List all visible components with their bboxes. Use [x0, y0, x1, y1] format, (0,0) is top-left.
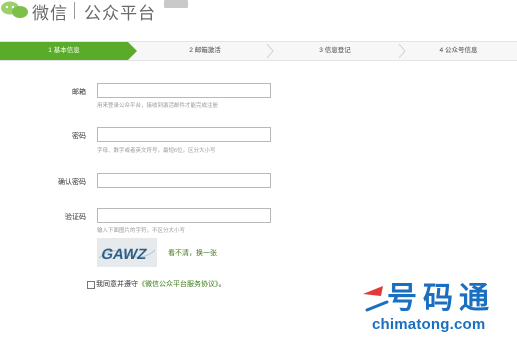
refresh-captcha-link[interactable]: 看不清，换一张 [168, 248, 217, 258]
password-hint: 字母、数字或者英文符号，最短6位，区分大小写 [97, 148, 216, 154]
confirm-password-label: 确认密码 [58, 179, 86, 186]
step-active-arrow [128, 42, 137, 60]
captcha-field[interactable] [97, 208, 271, 223]
captcha-text: GAWZ [100, 246, 149, 263]
agree-checkbox[interactable] [87, 281, 95, 289]
watermark-brand: 号码通 [387, 281, 495, 316]
logo-text: 微信 [32, 4, 68, 23]
step-account-info: 4 公众号信息 [439, 47, 478, 54]
agreement-text: 我同意并遵守《微信公众平台服务协议》。 [96, 279, 226, 289]
agreement-suffix: 。 [218, 281, 226, 288]
registration-steps: 1 基本信息 2 邮箱激活 3 信息登记 4 公众号信息 [0, 41, 517, 61]
captcha-hint: 输入下面图片的字符，不区分大小写 [97, 228, 186, 234]
step-basic-info: 1 基本信息 [0, 42, 128, 60]
password-label: 密码 [72, 133, 86, 140]
service-agreement-link[interactable]: 《微信公众平台服务协议》 [138, 281, 219, 288]
email-label: 邮箱 [72, 89, 86, 96]
step-email-activation: 2 邮箱激活 [189, 47, 221, 54]
step-info-registration: 3 信息登记 [319, 47, 351, 54]
captcha-label: 验证码 [65, 214, 86, 221]
logo-subtitle: 公众平台 [84, 4, 156, 23]
email-hint: 用来登录公众平台，接收到激活邮件才能完成注册 [97, 103, 219, 109]
confirm-password-field[interactable] [97, 173, 271, 188]
email-field[interactable] [97, 83, 271, 98]
header: 微信 公众平台 [0, 0, 517, 30]
agreement-prefix: 我同意并遵守 [96, 281, 138, 288]
watermark-url: chimatong.com [372, 316, 486, 333]
wechat-logo-icon [1, 1, 28, 18]
beta-badge [164, 0, 188, 8]
captcha-image[interactable]: GAWZ [97, 238, 157, 267]
password-field[interactable] [97, 127, 271, 142]
logo-separator [74, 2, 75, 19]
